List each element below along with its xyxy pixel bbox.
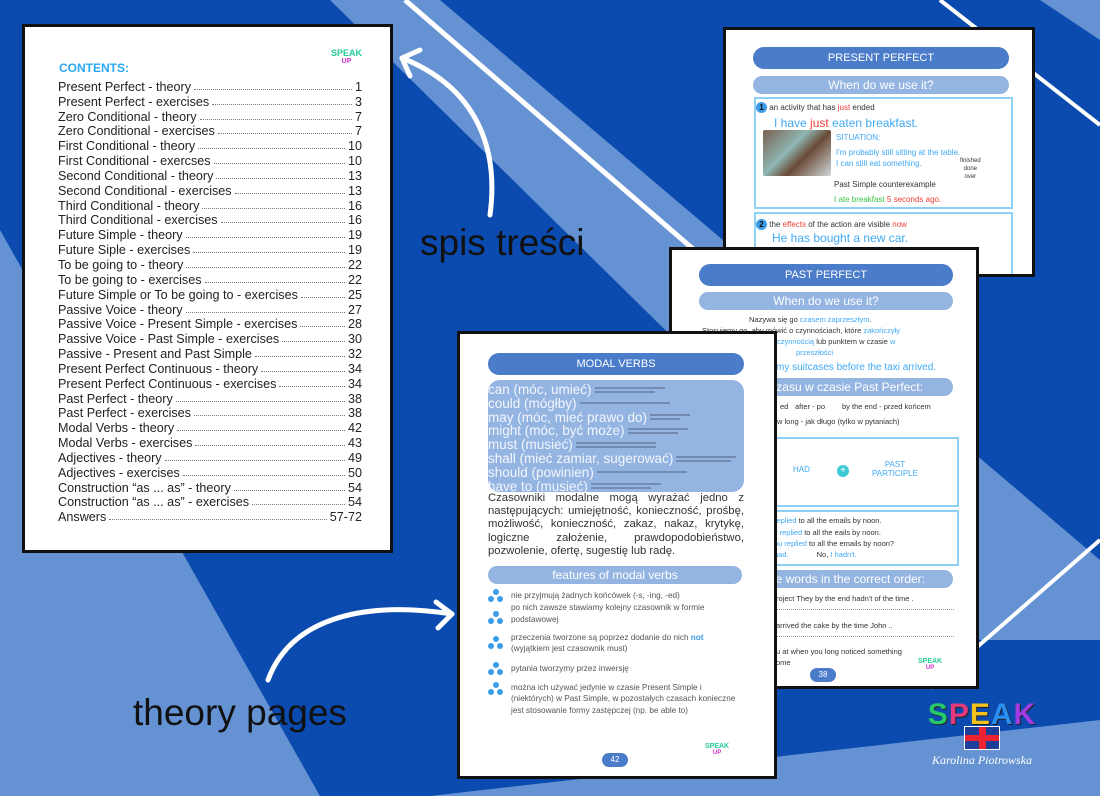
author-signature: Karolina Piotrowska — [931, 753, 1033, 767]
theory-caption: theory pages — [133, 692, 347, 733]
contents-caption: spis treści — [420, 222, 585, 263]
union-jack-icon — [964, 726, 1000, 750]
arrow-to-theory-icon — [265, 599, 455, 683]
speak-up-logo: SPEAK Karolina Piotrowska — [922, 700, 1042, 767]
